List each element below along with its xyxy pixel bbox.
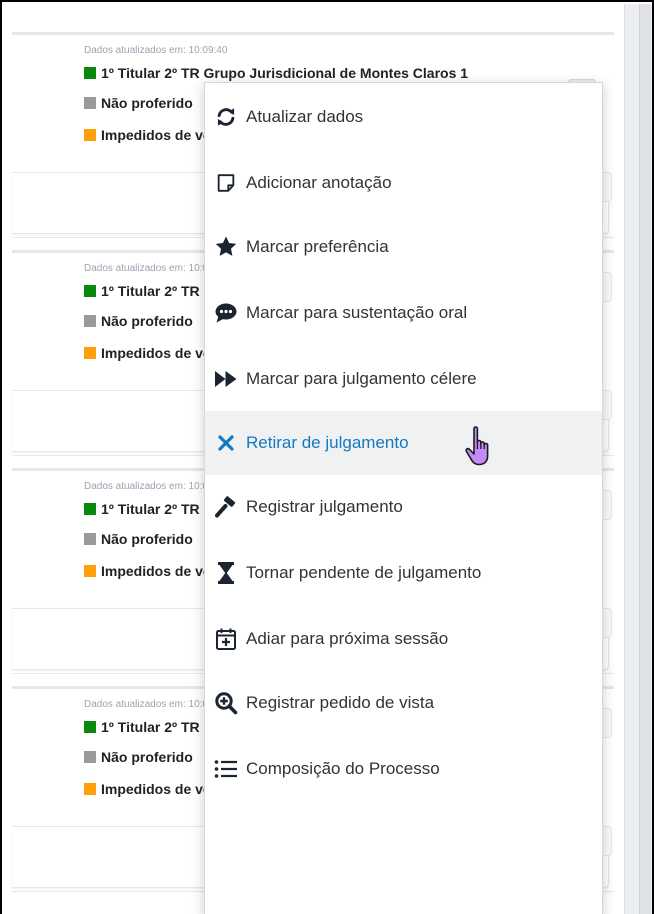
not-issued-marker bbox=[84, 751, 96, 763]
vote-row-titular: 1º Titular 2º TR Grupo Jurisdicional de … bbox=[84, 65, 468, 81]
updated-timestamp: Dados atualizados em: 10:09:40 bbox=[84, 45, 228, 56]
hourglass-icon bbox=[214, 561, 238, 585]
menu-item-process-composition[interactable]: Composição do Processo bbox=[205, 737, 602, 801]
menu-item-postpone-next-session[interactable]: Adiar para próxima sessão bbox=[205, 607, 602, 671]
not-issued-label: Não proferido bbox=[101, 313, 193, 329]
vote-row-not-issued: Não proferido bbox=[84, 313, 193, 329]
menu-item-label: Registrar julgamento bbox=[246, 497, 403, 516]
actions-dropdown-menu: Atualizar dados Adicionar anotação Marca… bbox=[204, 82, 603, 914]
vote-row-not-issued: Não proferido bbox=[84, 95, 193, 111]
times-icon bbox=[214, 431, 238, 455]
scrollbar-thumb[interactable] bbox=[639, 4, 651, 914]
menu-item-label: Registrar pedido de vista bbox=[246, 693, 435, 712]
list-icon bbox=[214, 757, 238, 781]
menu-item-make-pending[interactable]: Tornar pendente de julgamento bbox=[205, 541, 602, 605]
menu-item-label: Atualizar dados bbox=[246, 107, 364, 126]
impeded-marker bbox=[84, 129, 96, 141]
calendar-plus-icon bbox=[214, 627, 238, 651]
menu-item-refresh-data[interactable]: Atualizar dados bbox=[205, 85, 602, 149]
menu-item-mark-oral-argument[interactable]: Marcar para sustentação oral bbox=[205, 281, 602, 345]
menu-item-label: Marcar para sustentação oral bbox=[246, 303, 468, 322]
vertical-scrollbar[interactable] bbox=[624, 4, 652, 914]
not-issued-label: Não proferido bbox=[101, 531, 193, 547]
not-issued-marker bbox=[84, 533, 96, 545]
session-list: Dados atualizados em: 10:09:40 1º Titula… bbox=[4, 4, 624, 914]
menu-item-label: Marcar para julgamento célere bbox=[246, 369, 477, 388]
star-icon bbox=[214, 235, 238, 259]
menu-item-register-judgment[interactable]: Registrar julgamento bbox=[205, 475, 602, 539]
note-icon bbox=[214, 171, 238, 195]
impeded-marker bbox=[84, 783, 96, 795]
present-marker bbox=[84, 67, 96, 79]
fast-forward-icon bbox=[214, 367, 238, 391]
not-issued-marker bbox=[84, 315, 96, 327]
vote-row-not-issued: Não proferido bbox=[84, 749, 193, 765]
not-issued-label: Não proferido bbox=[101, 95, 193, 111]
menu-item-label: Adicionar anotação bbox=[246, 173, 392, 192]
menu-item-label: Marcar preferência bbox=[246, 237, 389, 256]
menu-item-withdraw-from-judgment[interactable]: Retirar de julgamento bbox=[205, 411, 602, 475]
present-marker bbox=[84, 721, 96, 733]
present-marker bbox=[84, 285, 96, 297]
not-issued-marker bbox=[84, 97, 96, 109]
gavel-icon bbox=[214, 495, 238, 519]
menu-item-label: Adiar para próxima sessão bbox=[246, 629, 449, 648]
menu-item-label: Tornar pendente de julgamento bbox=[246, 563, 482, 582]
refresh-icon bbox=[214, 105, 238, 129]
menu-item-add-note[interactable]: Adicionar anotação bbox=[205, 151, 602, 215]
impeded-marker bbox=[84, 347, 96, 359]
zoom-in-icon bbox=[214, 691, 238, 715]
menu-item-label: Retirar de julgamento bbox=[246, 433, 409, 452]
impeded-marker bbox=[84, 565, 96, 577]
menu-item-mark-fast-track[interactable]: Marcar para julgamento célere bbox=[205, 347, 602, 411]
hand-pointer-cursor-icon bbox=[465, 426, 489, 466]
speech-bubble-icon bbox=[214, 301, 238, 325]
not-issued-label: Não proferido bbox=[101, 749, 193, 765]
vote-row-not-issued: Não proferido bbox=[84, 531, 193, 547]
titular-label: 1º Titular 2º TR Grupo Jurisdicional de … bbox=[101, 65, 469, 81]
present-marker bbox=[84, 503, 96, 515]
menu-item-request-review[interactable]: Registrar pedido de vista bbox=[205, 671, 602, 735]
menu-item-mark-preference[interactable]: Marcar preferência bbox=[205, 215, 602, 279]
menu-item-label: Composição do Processo bbox=[246, 759, 440, 778]
screenshot-frame: Dados atualizados em: 10:09:40 1º Titula… bbox=[0, 0, 654, 914]
